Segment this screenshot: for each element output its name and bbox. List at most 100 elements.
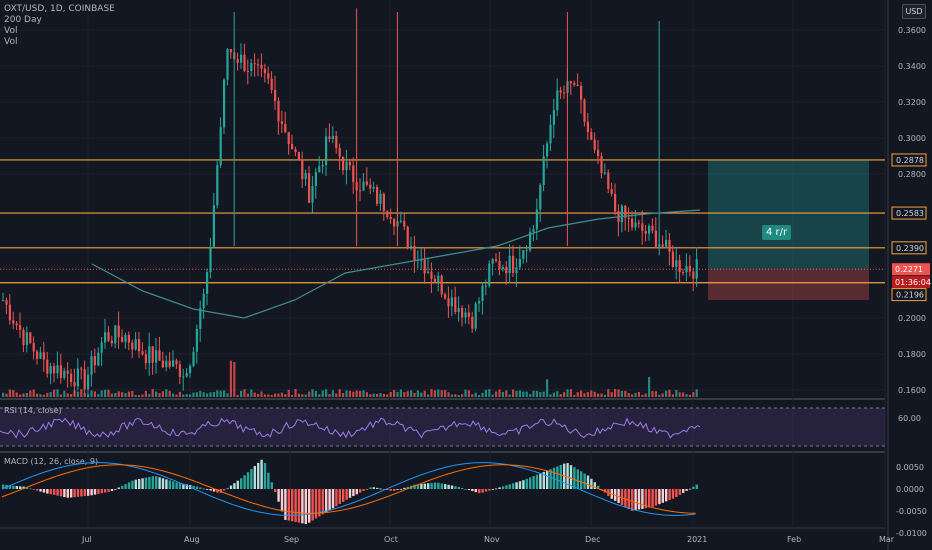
candle-body [297,151,300,160]
volume-bar [393,389,396,397]
volume-bar [277,393,280,397]
macd-histogram-bar [586,475,590,489]
volume-bar [22,393,25,397]
volume-bar [209,392,212,397]
volume-bar [223,390,226,397]
macd-tick-label: 0.0050 [896,463,924,472]
candle-body [648,225,651,234]
macd-histogram-bar [314,489,318,519]
volume-bar [484,389,487,397]
volume-bar [637,391,640,397]
volume-bar [335,393,338,397]
volume-bar [168,390,171,397]
macd-histogram-bar [661,489,664,503]
volume-bar [614,389,617,397]
candle-body [121,337,124,342]
macd-histogram-bar [682,489,685,493]
volume-bar [556,391,559,397]
macd-histogram-bar [39,489,42,492]
volume-bar [671,394,674,397]
currency-button[interactable]: USD [902,4,926,19]
candle-body [19,325,22,330]
macd-histogram-bar [365,489,369,490]
candle-body [641,223,644,231]
volume-bar [83,392,86,397]
candle-body [29,332,32,344]
volume-bar [127,391,130,397]
macd-histogram-bar [372,487,375,489]
volume-bar [284,394,287,397]
volume-bar [66,393,69,397]
macd-histogram-bar [464,489,467,490]
volume-bar [100,390,103,397]
candle-body [644,230,647,234]
candle-body [386,211,389,217]
volume-bar [76,391,79,397]
candle-body [56,365,59,374]
volume-bar [495,391,498,397]
candle-body [76,368,79,387]
candle-body [192,351,195,366]
macd-histogram-bar [90,489,93,496]
candle-body [110,340,113,344]
candle-body [546,143,549,157]
volume-bar [423,390,426,397]
macd-histogram-bar [12,485,15,489]
time-axis-label: Jul [81,535,92,544]
candle-body [495,259,498,261]
macd-histogram-bar [665,489,668,502]
volume-bar [532,390,535,397]
candle-body [202,293,205,309]
candle-body [467,312,470,317]
volume-bar [36,393,39,397]
volume-bar [382,393,385,397]
volume-bar [444,389,447,397]
volume-bar [56,389,59,397]
candle-body [59,365,62,378]
volume-bar [658,394,661,397]
macd-histogram-bar [56,489,59,496]
macd-histogram-bar [311,489,314,521]
volume-bar [372,393,375,397]
candle-body [246,70,249,72]
macd-histogram-bar [229,485,233,489]
candle-body [359,190,362,192]
macd-histogram-bar [93,489,97,495]
candle-body [365,181,368,185]
volume-bar [155,391,158,397]
volume-bar [240,390,243,397]
candle-body [671,251,674,267]
vol-label-1: Vol [4,26,18,36]
candle-body [182,376,185,378]
candle-body [291,144,294,150]
candle-body [522,250,525,259]
volume-bar [226,393,229,397]
candle-body [216,165,219,206]
candle-body [552,110,555,125]
volume-bar [260,391,263,397]
volume-bar [185,394,188,397]
macd-histogram-bar [172,481,175,489]
rsi-tick-label: 60.00 [898,414,921,423]
candle-body [342,156,345,171]
volume-bar [250,389,253,397]
macd-histogram-bar [161,478,165,489]
candle-body [410,246,413,248]
volume-bar [454,394,457,397]
macd-histogram-bar [19,486,22,489]
volume-bar [566,389,569,397]
candle-body [287,132,290,145]
price-chart[interactable]: 0.3600 0.3400 0.3200 0.3000 0.2800 0.2000 0.18… [0,0,932,550]
volume-bar [348,390,351,397]
macd-histogram-bar [515,482,518,489]
candle-body [87,374,90,390]
risk-reward-label: 4 r/r [762,225,792,240]
volume-bar [328,393,331,397]
candle-body [66,370,69,374]
volume-bar [59,394,62,397]
price-tag-label: 0.2271 [895,265,923,274]
candle-body [379,193,382,204]
macd-histogram-bar [127,482,131,489]
volume-bar [73,390,76,397]
candle-body [532,229,535,232]
